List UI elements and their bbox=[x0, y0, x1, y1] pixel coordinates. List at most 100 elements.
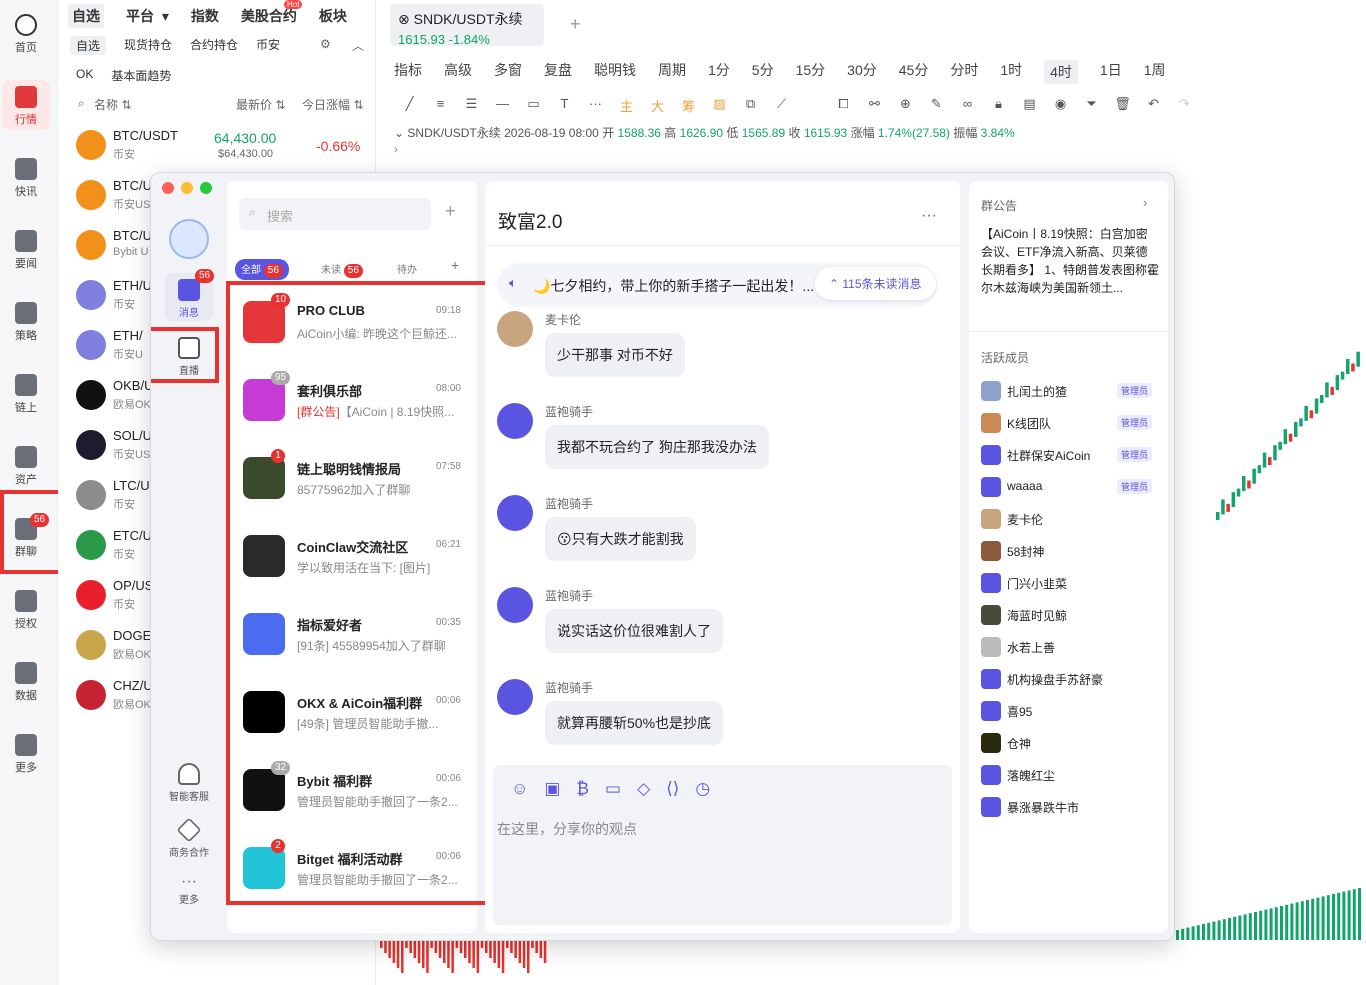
member-item[interactable]: K线团队 管理员 bbox=[981, 411, 1161, 437]
code-icon[interactable]: ⟨⟩ bbox=[666, 779, 679, 799]
filter-todo[interactable]: 待办 bbox=[397, 261, 417, 276]
link-icon[interactable]: ⚯ bbox=[859, 96, 890, 115]
toolbar-item[interactable]: 1分 bbox=[708, 60, 730, 84]
message-input[interactable]: 在这里，分享你的观点 bbox=[497, 819, 637, 839]
col-name[interactable]: 名称 ⇅ bbox=[94, 96, 131, 113]
more-tools-icon[interactable]: ··· bbox=[580, 96, 611, 115]
sender-name[interactable]: 蓝袍骑手 bbox=[545, 679, 593, 696]
tab-watchlist[interactable]: 自选 bbox=[68, 4, 104, 28]
nav-assets[interactable]: 资产 bbox=[0, 446, 52, 487]
nav-headlines[interactable]: 要闻 bbox=[0, 230, 52, 271]
search-input[interactable]: 搜索 bbox=[239, 198, 431, 230]
chip-icon[interactable]: 筹 bbox=[673, 96, 704, 115]
hline-tool-icon[interactable]: ≡ bbox=[425, 96, 456, 115]
nav-data[interactable]: 数据 bbox=[0, 662, 52, 703]
message-bubble[interactable]: 就算再腰斩50%也是抄底 bbox=[545, 701, 724, 745]
sender-avatar[interactable] bbox=[497, 495, 533, 531]
ohlc-toggle-icon[interactable]: ⌄ bbox=[394, 126, 404, 140]
sender-name[interactable]: 蓝袍骑手 bbox=[545, 587, 593, 604]
line-tool-icon[interactable]: ╱ bbox=[394, 96, 425, 115]
toolbar-item[interactable]: 15分 bbox=[796, 60, 826, 84]
member-item[interactable]: 暴涨暴跌牛市 bbox=[981, 795, 1161, 821]
nav-strategy[interactable]: 策略 bbox=[0, 302, 52, 343]
nav-flash[interactable]: 快讯 bbox=[0, 158, 52, 199]
member-item[interactable]: 麦卡伦 bbox=[981, 507, 1161, 533]
folder-icon[interactable]: ▭ bbox=[605, 779, 621, 799]
sender-avatar[interactable] bbox=[497, 679, 533, 715]
delete-icon[interactable]: 🗑︎ bbox=[1107, 96, 1138, 115]
channel-tool-icon[interactable]: ☰ bbox=[456, 96, 487, 115]
close-tab-icon[interactable]: ⊗ bbox=[398, 11, 410, 27]
tab-platform[interactable]: 平台 ▾ bbox=[118, 4, 173, 28]
toolbar-item[interactable]: 5分 bbox=[752, 60, 774, 84]
settings-icon[interactable]: ⚙ bbox=[320, 37, 331, 51]
nav-market[interactable]: 行情 bbox=[0, 86, 52, 127]
member-item[interactable]: 社群保安AiCoin 管理员 bbox=[981, 443, 1161, 469]
subtab-ok[interactable]: OK bbox=[76, 67, 93, 84]
tag-icon[interactable]: ◇ bbox=[637, 779, 650, 799]
message-bubble[interactable]: 😗只有大跌才能割我 bbox=[545, 517, 696, 561]
sender-name[interactable]: 蓝袍骑手 bbox=[545, 495, 593, 512]
member-item[interactable]: 落魄红尘 bbox=[981, 763, 1161, 789]
conversation-item[interactable]: OKX & AiCoin福利群 00:06 [49条] 管理员智能助手撤... bbox=[235, 679, 471, 757]
member-item[interactable]: 仓神 bbox=[981, 731, 1161, 757]
big-icon[interactable]: 大 bbox=[642, 96, 673, 115]
sender-name[interactable]: 麦卡伦 bbox=[545, 311, 581, 328]
add-filter-button[interactable]: + bbox=[451, 257, 459, 273]
nav-home[interactable]: 首页 bbox=[0, 14, 52, 55]
template-icon[interactable]: ▤ bbox=[1014, 96, 1045, 115]
subtab-spot[interactable]: 现货持仓 bbox=[124, 36, 172, 55]
filter-unread[interactable]: 未读 56 bbox=[321, 261, 363, 278]
text-tool-icon[interactable]: T bbox=[549, 96, 580, 115]
sender-avatar[interactable] bbox=[497, 587, 533, 623]
brush-icon[interactable]: ✎ bbox=[921, 96, 952, 115]
copy-icon[interactable]: ⧉ bbox=[735, 96, 766, 115]
lock-icon[interactable]: 🔒︎ bbox=[983, 96, 1014, 115]
subtab-futures[interactable]: 合约持仓 bbox=[190, 36, 238, 55]
toolbar-item[interactable]: 聪明钱 bbox=[594, 60, 636, 84]
rect-tool-icon[interactable]: ▭ bbox=[518, 96, 549, 115]
nav-onchain[interactable]: 链上 bbox=[0, 374, 52, 415]
toolbar-item[interactable]: 1时 bbox=[1000, 60, 1022, 84]
conversation-item[interactable]: 指标爱好者 00:35 [91条] 45589954加入了群聊 bbox=[235, 601, 471, 679]
toolbar-item[interactable]: 4时 bbox=[1044, 60, 1078, 84]
group-more-button[interactable]: ··· bbox=[921, 207, 937, 225]
message-bubble[interactable]: 少干那事 对币不好 bbox=[545, 333, 685, 377]
message-bubble[interactable]: 我都不玩合约了 狗庄那我没办法 bbox=[545, 425, 769, 469]
unread-jump-button[interactable]: ⌃ 115条未读消息 bbox=[815, 267, 936, 300]
notice-title[interactable]: 群公告 bbox=[981, 197, 1017, 214]
redo-icon[interactable]: ↷ bbox=[1169, 96, 1200, 115]
toolbar-item[interactable]: 多窗 bbox=[494, 60, 522, 84]
filter-icon[interactable]: ⏷ bbox=[1076, 96, 1107, 115]
side-service[interactable]: 智能客服 bbox=[165, 763, 213, 803]
notice-chevron-icon[interactable]: › bbox=[1143, 195, 1147, 210]
add-tab-button[interactable]: + bbox=[570, 14, 581, 35]
sender-avatar[interactable] bbox=[497, 311, 533, 347]
filter-all[interactable]: 全部 56 bbox=[235, 259, 289, 280]
sender-avatar[interactable] bbox=[497, 403, 533, 439]
toolbar-item[interactable]: 复盘 bbox=[544, 60, 572, 84]
subtab-fundamentals[interactable]: 基本面趋势 bbox=[111, 67, 171, 84]
conversation-item[interactable]: CoinClaw交流社区 06:21 学以致用活在当下: [图片] bbox=[235, 523, 471, 601]
chart-nav-icon[interactable]: › bbox=[394, 142, 398, 156]
undo-icon[interactable]: ↶ bbox=[1138, 96, 1169, 115]
conversation-item[interactable]: 链上聪明钱情报局 07:58 85775962加入了群聊 1 bbox=[235, 445, 471, 523]
member-item[interactable]: 水若上善 bbox=[981, 635, 1161, 661]
conversation-item[interactable]: 套利俱乐部 08:00 [群公告]【AiCoin | 8.19快照... 95 bbox=[235, 367, 471, 445]
coin-icon[interactable]: ₿ bbox=[576, 779, 589, 799]
conversation-item[interactable]: PRO CLUB 09:18 AiCoin小编: 昨晚这个巨鲸还... 10 bbox=[235, 289, 471, 367]
collapse-icon[interactable]: ︿ bbox=[352, 37, 364, 54]
chart-tab[interactable]: ⊗ SNDK/USDT永续 1615.93 -1.84% bbox=[390, 4, 544, 47]
message-bubble[interactable]: 说实话这价位很难割人了 bbox=[545, 609, 723, 653]
magnet-icon[interactable]: ∞ bbox=[952, 96, 983, 115]
toolbar-item[interactable]: 1日 bbox=[1100, 60, 1122, 84]
toolbar-item[interactable]: 指标 bbox=[394, 60, 422, 84]
layers-icon[interactable]: ⧠ bbox=[828, 96, 859, 115]
user-avatar[interactable] bbox=[169, 219, 209, 259]
side-more[interactable]: ··· 更多 bbox=[165, 873, 213, 906]
toolbar-item[interactable]: 1周 bbox=[1144, 60, 1166, 84]
mark-icon[interactable]: ▨ bbox=[704, 96, 735, 115]
main-icon[interactable]: 主 bbox=[611, 96, 642, 115]
clock-icon[interactable]: ◷ bbox=[695, 779, 710, 799]
member-item[interactable]: 喜95 bbox=[981, 699, 1161, 725]
